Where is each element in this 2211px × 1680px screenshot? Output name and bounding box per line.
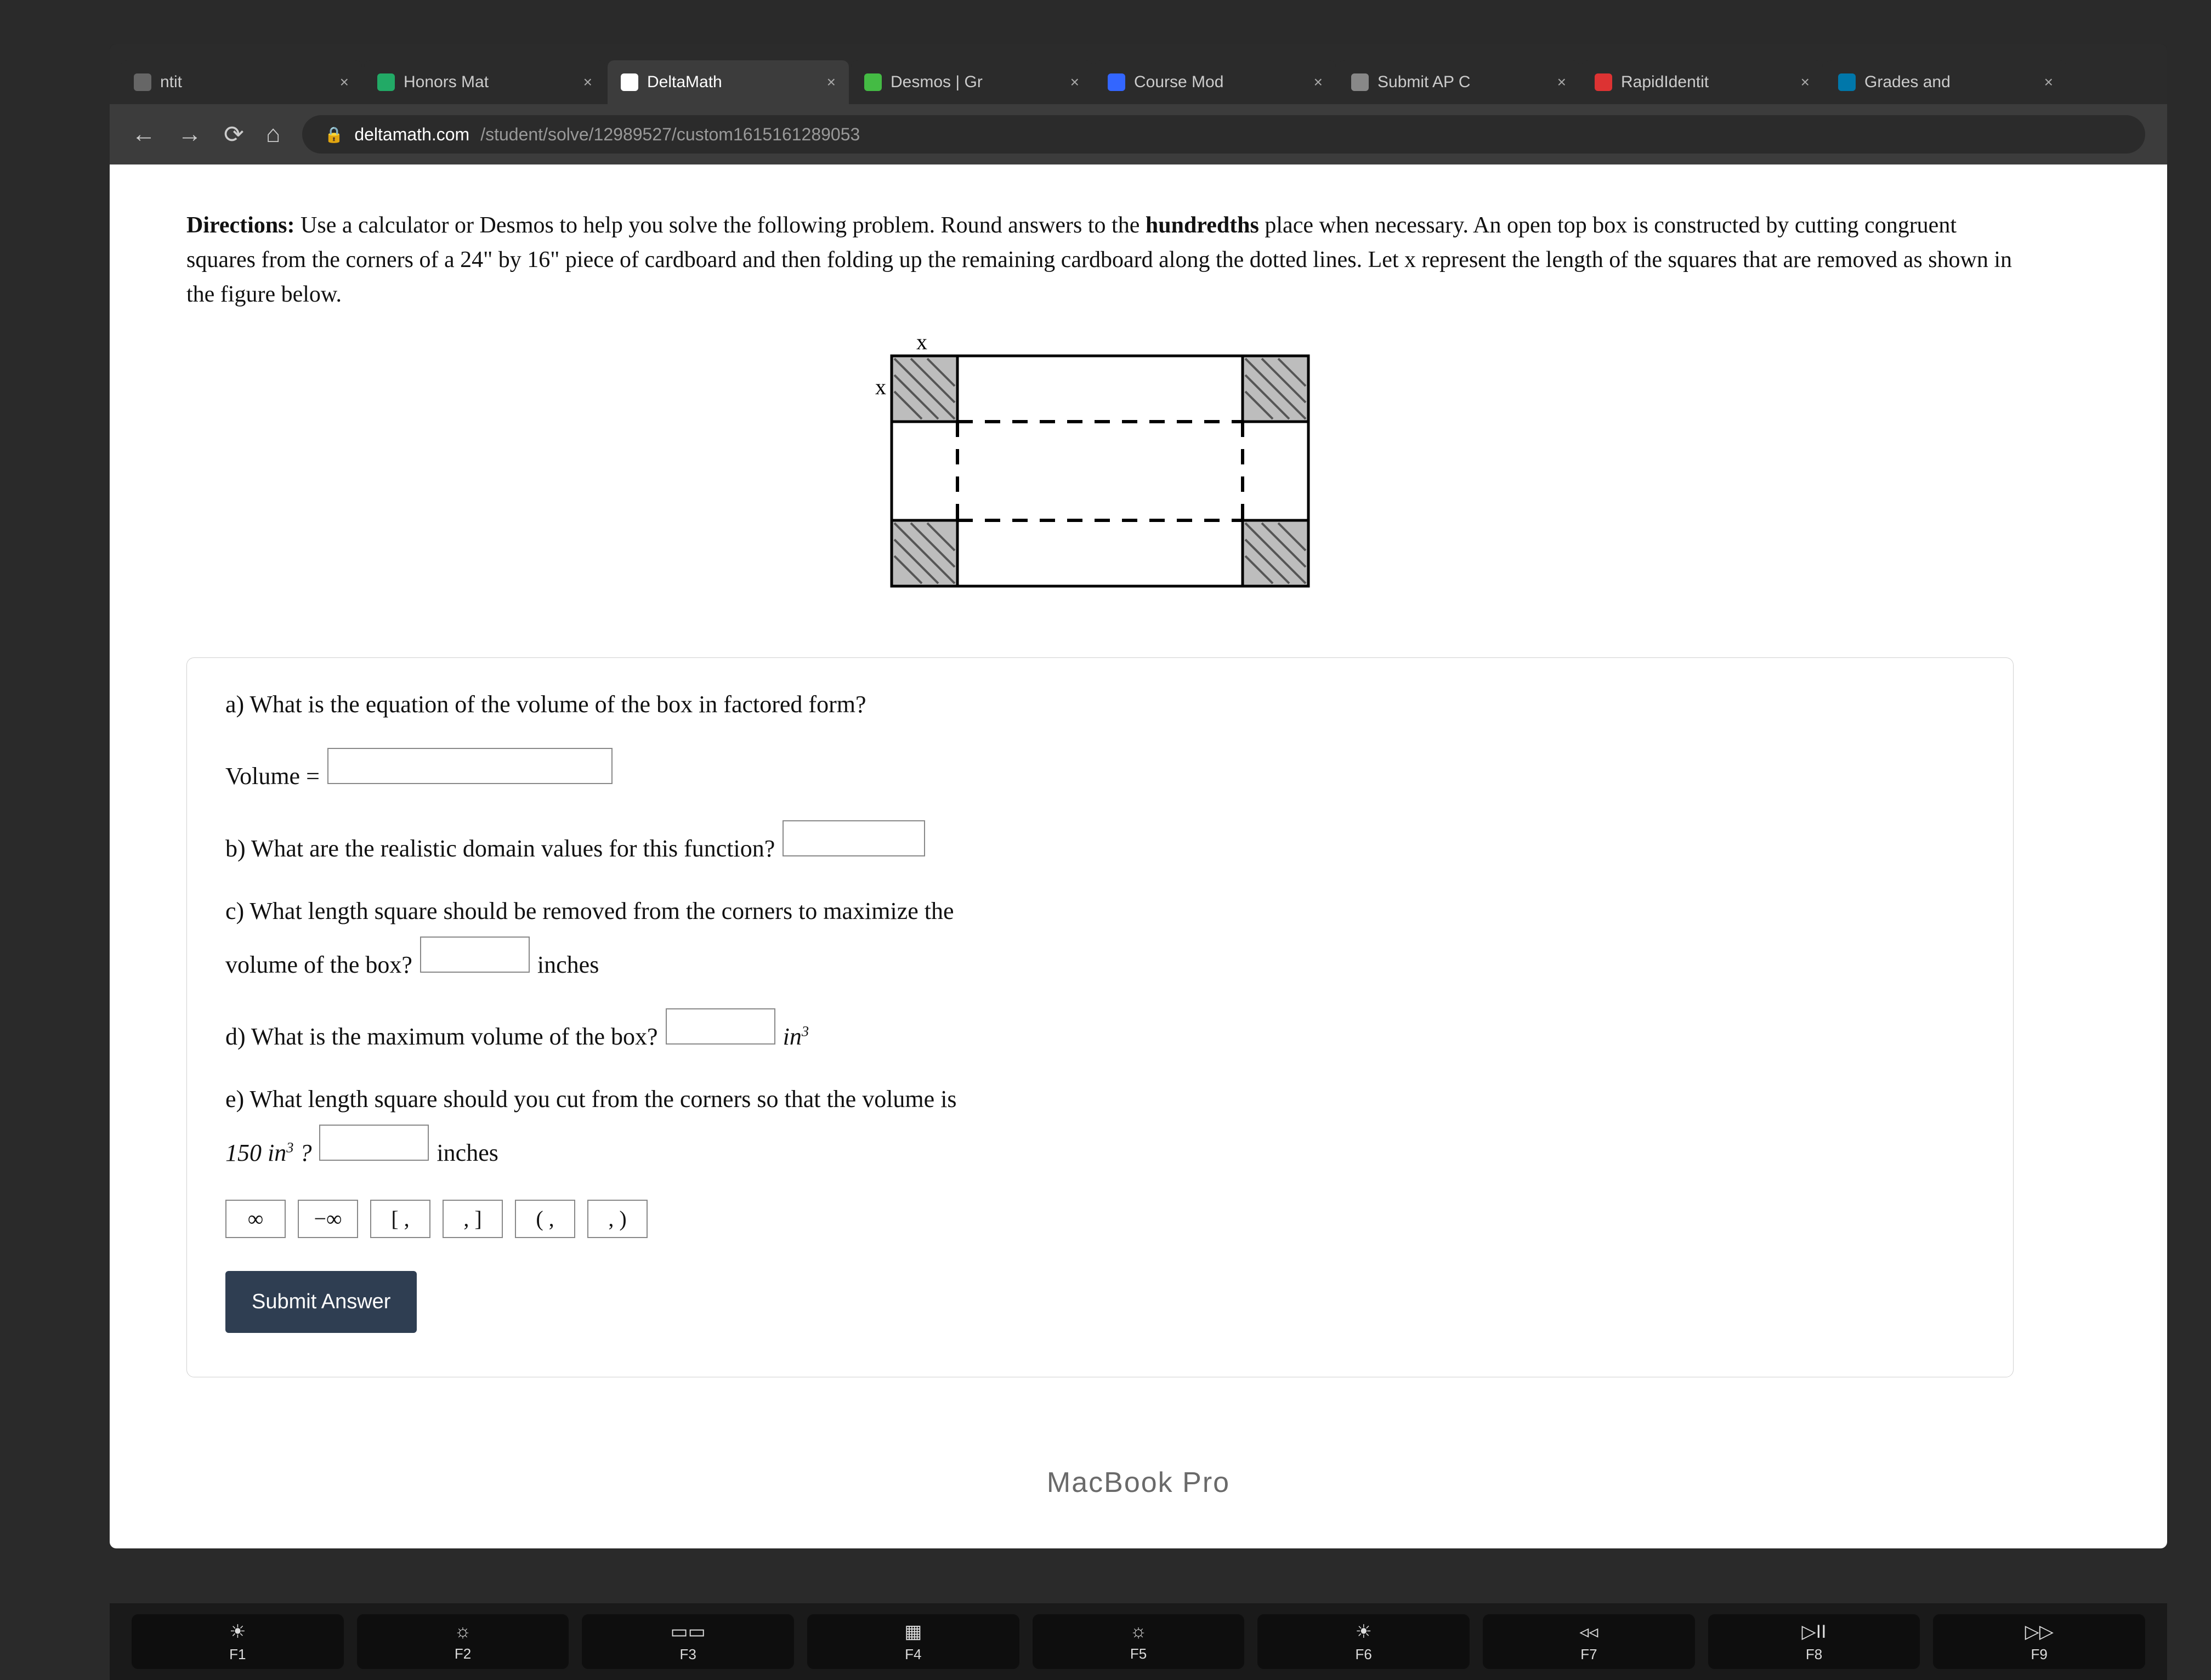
favicon: [1838, 73, 1856, 91]
tab-label: RapidIdentit: [1621, 73, 1792, 92]
figure-container: x x: [186, 334, 2014, 608]
page-content: Directions: Use a calculator or Desmos t…: [110, 164, 2167, 1548]
reload-icon[interactable]: ⟳: [224, 121, 244, 149]
cardboard-diagram: x x: [859, 334, 1341, 608]
close-icon[interactable]: ×: [1070, 73, 1079, 91]
unit-label: in3: [783, 1018, 809, 1056]
close-icon[interactable]: ×: [340, 73, 349, 91]
answer-input-a[interactable]: [327, 748, 613, 784]
question-text: e) What length square should you cut fro…: [225, 1080, 957, 1119]
symbol-button-paren-close[interactable]: , ): [587, 1200, 648, 1238]
symbol-button-bracket-close[interactable]: , ]: [443, 1200, 503, 1238]
question-a: a) What is the equation of the volume of…: [225, 685, 1975, 724]
answer-input-e[interactable]: [319, 1125, 429, 1161]
question-c-line1: c) What length square should be removed …: [225, 892, 1975, 930]
key-f2: ☼F2: [357, 1614, 569, 1669]
problem-directions: Directions: Use a calculator or Desmos t…: [186, 208, 2014, 312]
answer-input-c[interactable]: [420, 937, 530, 973]
volume-prefix: Volume =: [225, 757, 320, 796]
tab-label: DeltaMath: [647, 73, 818, 92]
back-icon[interactable]: ←: [132, 121, 156, 148]
key-f4: ▦F4: [807, 1614, 1019, 1669]
close-icon[interactable]: ×: [827, 73, 836, 91]
close-icon[interactable]: ×: [1314, 73, 1323, 91]
key-f5: ☼F5: [1033, 1614, 1245, 1669]
unit-label: inches: [537, 946, 599, 984]
lock-icon: 🔒: [324, 126, 343, 144]
tab-label: Course Mod: [1134, 73, 1305, 92]
question-e-line1: e) What length square should you cut fro…: [225, 1080, 1975, 1119]
volume-target: 150 in3 ?: [225, 1134, 311, 1172]
close-icon[interactable]: ×: [583, 73, 592, 91]
directions-bold: hundredths: [1146, 213, 1259, 238]
laptop-screen: ntit × Honors Mat × DeltaMath × Desmos |…: [110, 44, 2167, 1548]
browser-tab[interactable]: Grades and ×: [1825, 60, 2066, 104]
tab-label: Desmos | Gr: [891, 73, 1062, 92]
keyboard-row: ☀F1 ☼F2 ▭▭F3 ▦F4 ☼F5 ☀F6 ◃◃F7 ▷IIF8 ▷▷F9: [110, 1603, 2167, 1680]
question-text: c) What length square should be removed …: [225, 892, 954, 930]
favicon: [377, 73, 395, 91]
url-input[interactable]: 🔒 deltamath.com/student/solve/12989527/c…: [302, 115, 2145, 154]
forward-icon[interactable]: →: [178, 121, 202, 148]
favicon: [621, 73, 638, 91]
question-e-line2: 150 in3 ? inches: [225, 1125, 1975, 1172]
symbol-button-paren-open[interactable]: ( ,: [515, 1200, 575, 1238]
answer-input-b[interactable]: [783, 820, 925, 856]
favicon: [134, 73, 151, 91]
symbol-button-row: ∞ −∞ [ , , ] ( , , ): [225, 1200, 1975, 1238]
question-a-input-row: Volume =: [225, 748, 1975, 796]
favicon: [1108, 73, 1125, 91]
browser-tab[interactable]: Submit AP C ×: [1338, 60, 1579, 104]
symbol-button-infinity[interactable]: ∞: [225, 1200, 286, 1238]
browser-tab[interactable]: Honors Mat ×: [364, 60, 605, 104]
submit-answer-button[interactable]: Submit Answer: [225, 1271, 417, 1333]
browser-tab[interactable]: Course Mod ×: [1095, 60, 1336, 104]
browser-tab[interactable]: Desmos | Gr ×: [851, 60, 1092, 104]
question-c-line2: volume of the box? inches: [225, 937, 1975, 984]
tab-label: ntit: [160, 73, 331, 92]
tab-label: Submit AP C: [1377, 73, 1549, 92]
tab-label: Grades and: [1864, 73, 2036, 92]
question-b: b) What are the realistic domain values …: [225, 820, 1975, 868]
browser-tab[interactable]: ntit ×: [121, 60, 362, 104]
close-icon[interactable]: ×: [1557, 73, 1566, 91]
browser-tab[interactable]: RapidIdentit ×: [1581, 60, 1823, 104]
answer-panel: a) What is the equation of the volume of…: [186, 657, 2014, 1377]
figure-label-x-side: x: [875, 374, 886, 399]
directions-label: Directions:: [186, 213, 295, 238]
key-f6: ☀F6: [1257, 1614, 1470, 1669]
tab-label: Honors Mat: [404, 73, 575, 92]
close-icon[interactable]: ×: [2044, 73, 2053, 91]
question-text: b) What are the realistic domain values …: [225, 830, 775, 868]
symbol-button-bracket-open[interactable]: [ ,: [370, 1200, 430, 1238]
key-f9: ▷▷F9: [1933, 1614, 2145, 1669]
question-d: d) What is the maximum volume of the box…: [225, 1008, 1975, 1056]
key-f1: ☀F1: [132, 1614, 344, 1669]
favicon: [1351, 73, 1369, 91]
browser-tab-bar: ntit × Honors Mat × DeltaMath × Desmos |…: [110, 44, 2167, 104]
favicon: [864, 73, 882, 91]
browser-address-bar: ← → ⟳ ⌂ 🔒 deltamath.com/student/solve/12…: [110, 104, 2167, 164]
key-f3: ▭▭F3: [582, 1614, 794, 1669]
key-f7: ◃◃F7: [1483, 1614, 1695, 1669]
favicon: [1595, 73, 1612, 91]
unit-label: inches: [436, 1134, 498, 1172]
question-text: a) What is the equation of the volume of…: [225, 685, 866, 724]
question-text: volume of the box?: [225, 946, 412, 984]
box-figure: x x: [859, 334, 1341, 608]
browser-tab-active[interactable]: DeltaMath ×: [608, 60, 849, 104]
close-icon[interactable]: ×: [1801, 73, 1810, 91]
symbol-button-neg-infinity[interactable]: −∞: [298, 1200, 358, 1238]
key-f8: ▷IIF8: [1708, 1614, 1920, 1669]
answer-input-d[interactable]: [666, 1008, 775, 1045]
home-icon[interactable]: ⌂: [266, 121, 281, 148]
url-domain: deltamath.com: [354, 124, 469, 145]
figure-label-x-top: x: [916, 334, 927, 354]
question-text: d) What is the maximum volume of the box…: [225, 1018, 658, 1056]
directions-text-1: Use a calculator or Desmos to help you s…: [301, 213, 1146, 238]
macbook-label: MacBook Pro: [110, 1466, 2167, 1499]
url-path: /student/solve/12989527/custom1615161289…: [480, 124, 860, 145]
